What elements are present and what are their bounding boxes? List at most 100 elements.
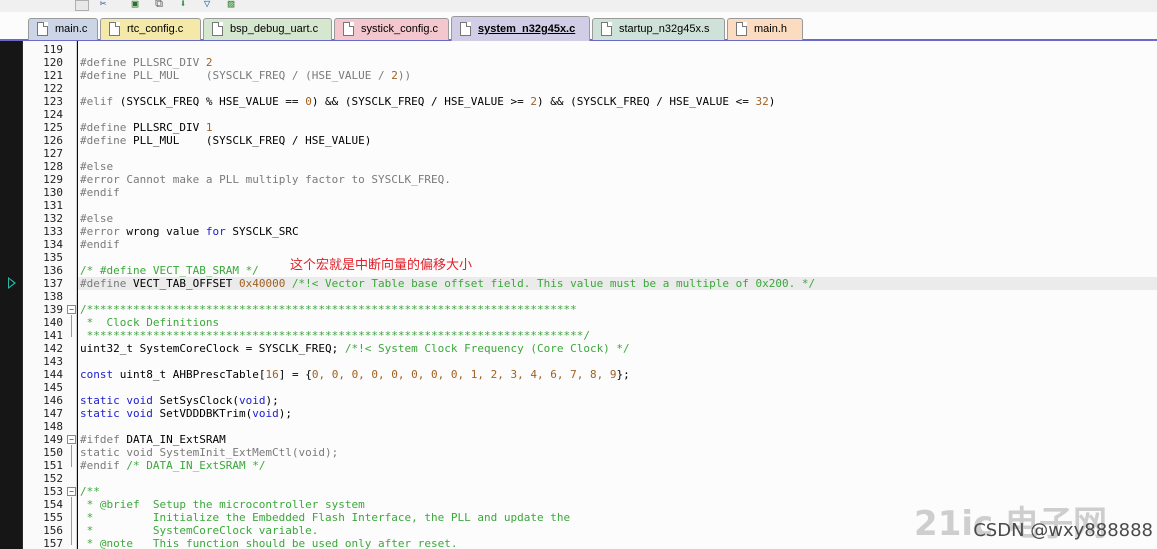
file-icon bbox=[109, 22, 120, 36]
line-number: 129 bbox=[43, 173, 63, 186]
code-line[interactable]: static void SetVDDDBKTrim(void); bbox=[80, 407, 292, 420]
filter-icon[interactable]: ▽ bbox=[200, 0, 214, 10]
code-line[interactable]: ****************************************… bbox=[80, 329, 590, 342]
tab-label: systick_config.c bbox=[361, 23, 439, 35]
line-number: 119 bbox=[43, 43, 63, 56]
breakpoint-gutter[interactable] bbox=[0, 41, 23, 549]
image-icon[interactable]: ▨ bbox=[224, 0, 238, 10]
code-line[interactable]: #define PLLSRC_DIV 2 bbox=[80, 56, 212, 69]
line-number: 148 bbox=[43, 420, 63, 433]
code-line[interactable]: #elif (SYSCLK_FREQ % HSE_VALUE == 0) && … bbox=[80, 95, 775, 108]
code-line[interactable]: #define PLL_MUL (SYSCLK_FREQ / (HSE_VALU… bbox=[80, 69, 411, 82]
file-icon bbox=[736, 22, 747, 36]
code-line[interactable]: #define PLLSRC_DIV 1 bbox=[80, 121, 212, 134]
annotation-text: 这个宏就是中断向量的偏移大小 bbox=[290, 258, 473, 273]
code-line[interactable]: * Initialize the Embedded Flash Interfac… bbox=[80, 511, 570, 524]
line-number: 153 bbox=[43, 485, 63, 498]
code-line[interactable]: /** bbox=[80, 485, 100, 498]
line-number: 124 bbox=[43, 108, 63, 121]
code-line[interactable]: /***************************************… bbox=[80, 303, 577, 316]
line-number: 128 bbox=[43, 160, 63, 173]
line-number: 144 bbox=[43, 368, 63, 381]
line-number: 131 bbox=[43, 199, 63, 212]
tab-main-c[interactable]: main.c bbox=[28, 18, 98, 40]
current-code-line[interactable]: #define VECT_TAB_OFFSET 0x40000 /*!< Vec… bbox=[78, 277, 1157, 290]
line-number: 140 bbox=[43, 316, 63, 329]
tab-label: main.h bbox=[754, 23, 788, 35]
line-number: 147 bbox=[43, 407, 63, 420]
fold-guide bbox=[71, 315, 72, 337]
file-icon bbox=[601, 22, 612, 36]
code-line[interactable]: static void SystemInit_ExtMemCtl(void); bbox=[80, 446, 338, 459]
tab-system-n32g45x-c[interactable]: system_n32g45x.c bbox=[451, 16, 590, 41]
tools-icon[interactable]: ✂ bbox=[96, 0, 110, 10]
line-number: 154 bbox=[43, 498, 63, 511]
editor-tab-bar: main.c rtc_config.c bsp_debug_uart.c systic… bbox=[0, 12, 1157, 41]
line-number: 134 bbox=[43, 238, 63, 251]
code-editor[interactable]: 119 120 121 122 123 124 125 126 127 128 129 130 131 1… bbox=[0, 41, 1157, 549]
line-number: 138 bbox=[43, 290, 63, 303]
file-icon bbox=[212, 22, 223, 36]
line-number: 125 bbox=[43, 121, 63, 134]
code-line[interactable]: static void SetSysClock(void); bbox=[80, 394, 279, 407]
fold-toggle-icon[interactable]: − bbox=[67, 435, 76, 444]
line-number: 146 bbox=[43, 394, 63, 407]
tab-startup-n32g45x-s[interactable]: startup_n32g45x.s bbox=[592, 18, 725, 40]
line-number: 133 bbox=[43, 225, 63, 238]
code-line[interactable]: #ifdef DATA_IN_ExtSRAM bbox=[80, 433, 226, 446]
code-line[interactable]: #error wrong value for SYSCLK_SRC bbox=[80, 225, 299, 238]
fold-toggle-icon[interactable]: − bbox=[67, 305, 76, 314]
windows-icon[interactable]: ⧉ bbox=[152, 0, 166, 10]
line-number: 143 bbox=[43, 355, 63, 368]
line-number: 132 bbox=[43, 212, 63, 225]
dropdown-icon[interactable] bbox=[75, 0, 89, 11]
code-line[interactable]: #define PLL_MUL (SYSCLK_FREQ / HSE_VALUE… bbox=[80, 134, 371, 147]
code-line[interactable]: * @note This function should be used onl… bbox=[80, 537, 458, 549]
line-number: 151 bbox=[43, 459, 63, 472]
code-line[interactable]: #endif bbox=[80, 238, 120, 251]
code-line[interactable]: #else bbox=[80, 212, 113, 225]
line-number: 152 bbox=[43, 472, 63, 485]
code-area[interactable]: #define PLLSRC_DIV 2 #define PLL_MUL (SYS… bbox=[78, 41, 1157, 549]
line-number: 120 bbox=[43, 56, 63, 69]
line-number: 135 bbox=[43, 251, 63, 264]
code-line[interactable]: #endif bbox=[80, 186, 120, 199]
tab-main-h[interactable]: main.h bbox=[727, 18, 803, 40]
tab-label: bsp_debug_uart.c bbox=[230, 23, 319, 35]
code-line[interactable]: * SystemCoreClock variable. bbox=[80, 524, 319, 537]
code-line[interactable]: #endif /* DATA_IN_ExtSRAM */ bbox=[80, 459, 265, 472]
line-number: 156 bbox=[43, 524, 63, 537]
line-number: 136 bbox=[43, 264, 63, 277]
line-number: 142 bbox=[43, 342, 63, 355]
code-line[interactable]: #error Cannot make a PLL multiply factor… bbox=[80, 173, 451, 186]
line-number: 149 bbox=[43, 433, 63, 446]
code-line[interactable]: uint32_t SystemCoreClock = SYSCLK_FREQ; … bbox=[80, 342, 630, 355]
fold-toggle-icon[interactable]: − bbox=[67, 487, 76, 496]
file-icon bbox=[460, 22, 471, 36]
line-number: 126 bbox=[43, 134, 63, 147]
line-number-column: 119 120 121 122 123 124 125 126 127 128 129 130 131 1… bbox=[23, 41, 65, 549]
code-line[interactable]: const uint8_t AHBPrescTable[16] = {0, 0,… bbox=[80, 368, 630, 381]
tab-bsp-debug-uart-c[interactable]: bsp_debug_uart.c bbox=[203, 18, 332, 40]
tab-rtc-config-c[interactable]: rtc_config.c bbox=[100, 18, 201, 40]
line-number: 123 bbox=[43, 95, 63, 108]
code-line[interactable]: /* #define VECT_TAB_SRAM */ bbox=[80, 264, 259, 277]
code-line[interactable]: #else bbox=[80, 160, 113, 173]
code-line[interactable]: * Clock Definitions bbox=[80, 316, 219, 329]
line-number: 122 bbox=[43, 82, 63, 95]
fold-guide bbox=[71, 497, 72, 545]
file-icon bbox=[37, 22, 48, 36]
save-icon[interactable]: ▣ bbox=[128, 0, 142, 10]
watermark-text: CSDN @wxy888888 bbox=[973, 520, 1153, 541]
tab-label: rtc_config.c bbox=[127, 23, 184, 35]
tab-systick-config-c[interactable]: systick_config.c bbox=[334, 18, 449, 40]
download-icon[interactable]: ⬇ bbox=[176, 0, 190, 10]
current-line-marker-icon bbox=[8, 277, 16, 289]
tab-label: startup_n32g45x.s bbox=[619, 23, 710, 35]
line-number: 150 bbox=[43, 446, 63, 459]
tab-label: main.c bbox=[55, 23, 88, 35]
fold-column: − − − bbox=[65, 41, 77, 549]
code-line[interactable]: * @brief Setup the microcontroller syste… bbox=[80, 498, 365, 511]
line-number: 157 bbox=[43, 537, 63, 549]
line-number: 141 bbox=[43, 329, 63, 342]
